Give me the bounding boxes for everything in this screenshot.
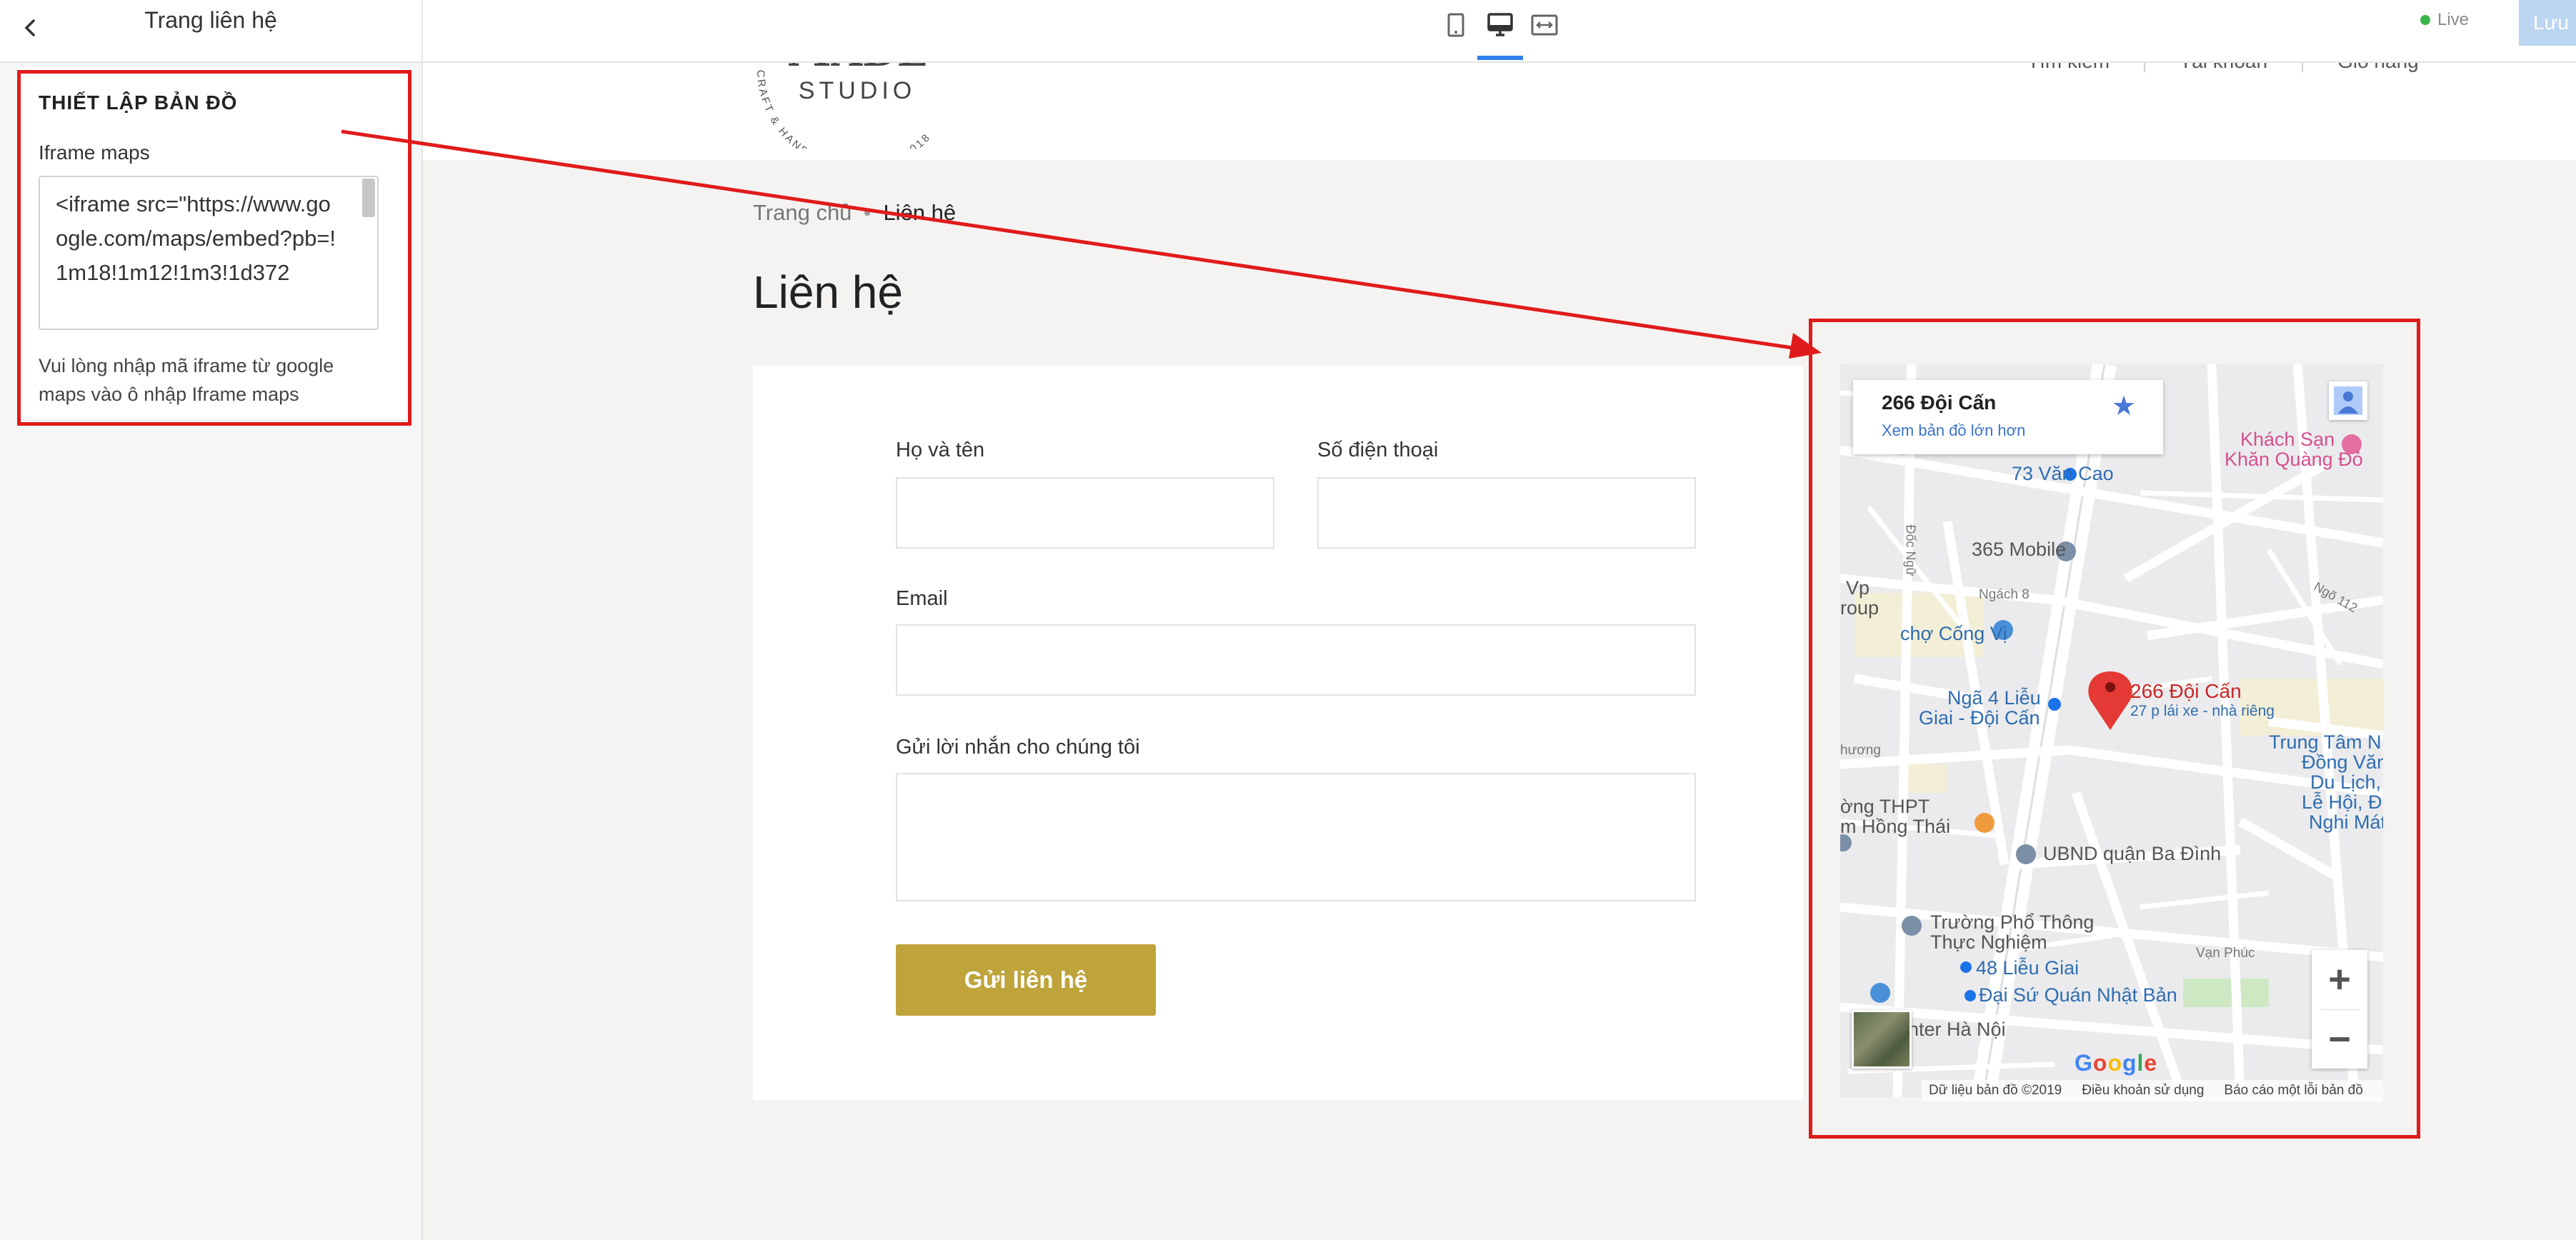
mobile-icon [1447,13,1464,37]
save-button[interactable]: Lưu [2519,0,2576,46]
desktop-view-button[interactable] [1480,6,1520,44]
logo-studio-text: STUDIO [799,77,916,104]
page-heading: Liên hệ [753,266,903,318]
submit-button[interactable]: Gửi liên hệ [896,944,1156,1016]
live-dot-icon [2420,15,2430,25]
studio-logo[interactable]: MADE STUDIO CRAFT & HANDMADE | SINCE 201… [743,63,972,149]
editor-toolbar: Trang liên hệ Live Lưu [0,0,2576,63]
phone-input[interactable] [1317,477,1696,549]
breadcrumb-separator [864,210,871,216]
toolbar-divider [421,0,423,61]
breadcrumb-current: Liên hệ [883,200,957,225]
email-input[interactable] [896,624,1696,696]
live-status: Live [2420,10,2469,30]
live-label: Live [2437,10,2469,29]
breadcrumb: Trang chủ Liên hệ [753,200,956,226]
editor-page-title: Trang liên hệ [144,7,277,33]
logo-made-text: MADE [787,63,928,76]
message-label: Gửi lời nhắn cho chúng tôi [896,736,1140,759]
sidebar-highlight-box [17,70,411,426]
name-label: Họ và tên [896,439,985,461]
desktop-icon [1487,13,1513,36]
fullwidth-view-button[interactable] [1524,6,1564,44]
name-input[interactable] [896,477,1274,549]
breadcrumb-home[interactable]: Trang chủ [753,200,852,226]
message-textarea[interactable] [896,773,1696,901]
active-device-indicator [1477,56,1523,60]
email-label: Email [896,587,948,610]
mobile-view-button[interactable] [1436,6,1476,44]
map-highlight-box [1809,319,2420,1139]
expand-width-icon [1531,14,1558,36]
phone-label: Số điện thoại [1317,439,1439,461]
